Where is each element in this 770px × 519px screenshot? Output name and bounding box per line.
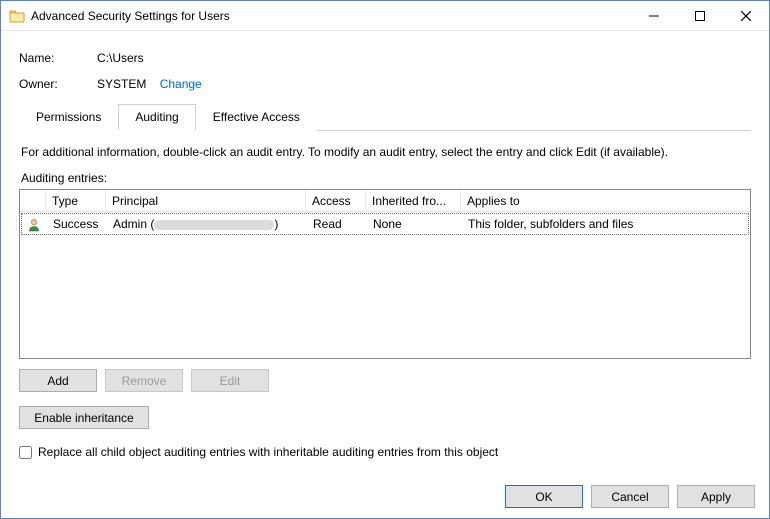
col-icon[interactable] [20, 190, 46, 212]
edit-button[interactable]: Edit [191, 369, 269, 392]
row-type: Success [47, 213, 107, 235]
ok-button[interactable]: OK [505, 485, 583, 508]
folder-icon [9, 8, 25, 24]
tab-effective-access[interactable]: Effective Access [196, 104, 317, 131]
owner-change-link[interactable]: Change [160, 77, 202, 91]
owner-text: SYSTEM [97, 77, 146, 91]
col-access[interactable]: Access [306, 190, 366, 212]
apply-button[interactable]: Apply [677, 485, 755, 508]
row-user-icon [21, 213, 47, 235]
name-label: Name: [19, 51, 97, 65]
row-access: Read [307, 213, 367, 235]
replace-children-label[interactable]: Replace all child object auditing entrie… [38, 445, 498, 459]
window-title: Advanced Security Settings for Users [31, 9, 230, 23]
col-inherited[interactable]: Inherited fro... [366, 190, 461, 212]
close-button[interactable] [723, 1, 769, 30]
replace-children-checkbox[interactable] [19, 446, 32, 459]
owner-label: Owner: [19, 77, 97, 91]
row-inherited: None [367, 213, 462, 235]
owner-value: SYSTEM Change [97, 77, 202, 91]
cancel-button[interactable]: Cancel [591, 485, 669, 508]
auditing-row[interactable]: Success Admin () Read None This folder, … [21, 213, 749, 235]
col-type[interactable]: Type [46, 190, 106, 212]
tabstrip: Permissions Auditing Effective Access [19, 103, 751, 131]
remove-button[interactable]: Remove [105, 369, 183, 392]
list-label: Auditing entries: [21, 171, 749, 185]
col-principal[interactable]: Principal [106, 190, 306, 212]
row-principal-suffix: ) [274, 217, 278, 231]
row-principal: Admin () [107, 213, 307, 235]
tab-permissions[interactable]: Permissions [19, 104, 118, 131]
listview-header: Type Principal Access Inherited fro... A… [20, 190, 750, 212]
redacted-principal [154, 220, 274, 230]
inheritance-buttons: Enable inheritance [19, 406, 751, 429]
tab-auditing[interactable]: Auditing [118, 104, 195, 131]
minimize-button[interactable] [631, 1, 677, 30]
titlebar: Advanced Security Settings for Users [1, 1, 769, 31]
dialog-footer: OK Cancel Apply [505, 485, 755, 508]
add-button[interactable]: Add [19, 369, 97, 392]
owner-row: Owner: SYSTEM Change [19, 77, 751, 91]
name-value: C:\Users [97, 51, 144, 65]
enable-inheritance-button[interactable]: Enable inheritance [19, 406, 149, 429]
auditing-listview[interactable]: Type Principal Access Inherited fro... A… [19, 189, 751, 359]
maximize-button[interactable] [677, 1, 723, 30]
help-text: For additional information, double-click… [21, 145, 749, 159]
row-applies: This folder, subfolders and files [462, 213, 749, 235]
replace-children-row: Replace all child object auditing entrie… [19, 445, 751, 459]
row-principal-prefix: Admin ( [113, 217, 154, 231]
entry-buttons: Add Remove Edit [19, 369, 751, 392]
dialog-content: Name: C:\Users Owner: SYSTEM Change Perm… [1, 31, 769, 469]
name-row: Name: C:\Users [19, 51, 751, 65]
col-applies[interactable]: Applies to [461, 190, 750, 212]
